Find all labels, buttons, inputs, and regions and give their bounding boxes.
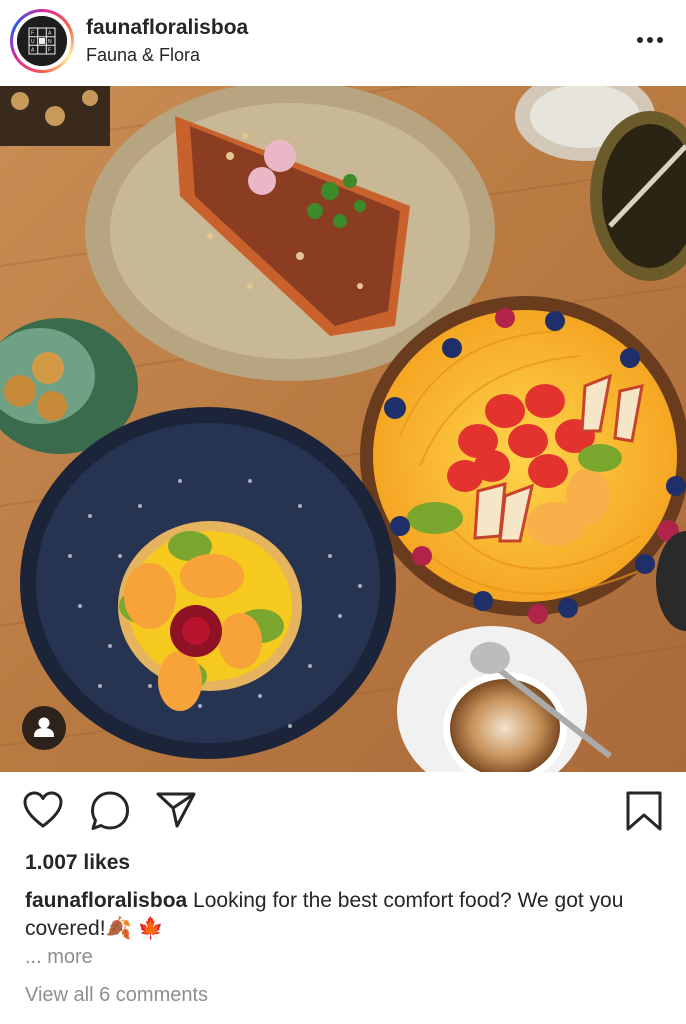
comment-icon[interactable] [89,790,131,837]
heart-icon[interactable] [22,790,64,835]
caption-emoji: 🍂 🍁 [105,917,164,940]
svg-text:F: F [31,31,34,37]
paper-plane-icon[interactable] [155,790,197,835]
post-photo[interactable] [0,86,686,772]
svg-text:U: U [31,39,35,45]
caption-username[interactable]: faunafloralisboa [25,889,187,912]
view-comments-link[interactable]: View all 6 comments [25,984,208,1007]
post-caption: faunafloralisboa Looking for the best co… [25,887,655,943]
bookmark-icon[interactable] [625,790,663,837]
post-username[interactable]: faunafloralisboa [86,16,248,40]
post-actions [0,772,686,848]
svg-text:F: F [48,48,51,54]
svg-text:N: N [48,39,52,45]
brand-logo-icon: FA UN AF [17,16,67,66]
likes-count[interactable]: 1.007 likes [25,851,130,875]
profile-avatar[interactable]: FA UN AF [10,9,74,73]
more-options-icon[interactable] [632,28,668,52]
more-link[interactable]: ... more [25,946,93,969]
post-header: FA UN AF faunafloralisboa Fauna & Flora [0,0,686,86]
post-location[interactable]: Fauna & Flora [86,45,200,66]
user-tag-icon[interactable] [22,706,66,750]
